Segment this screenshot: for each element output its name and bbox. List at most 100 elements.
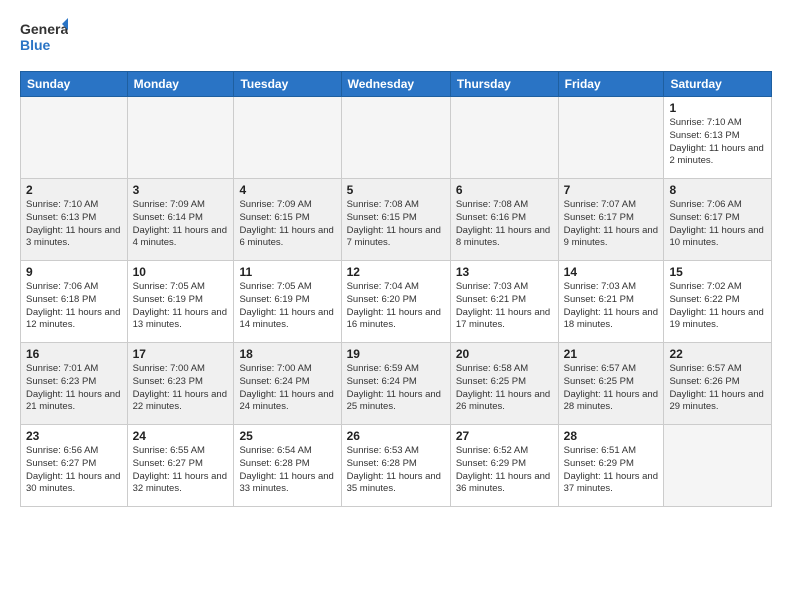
day-info: Sunrise: 7:03 AM Sunset: 6:21 PM Dayligh… [456,281,553,332]
day-cell: 24 Sunrise: 6:55 AM Sunset: 6:27 PM Dayli… [127,425,234,507]
day-info: Sunrise: 7:01 AM Sunset: 6:23 PM Dayligh… [26,363,122,414]
day-cell: 15 Sunrise: 7:02 AM Sunset: 6:22 PM Dayli… [664,261,772,343]
day-info: Sunrise: 7:00 AM Sunset: 6:24 PM Dayligh… [239,363,335,414]
day-info: Sunrise: 7:06 AM Sunset: 6:18 PM Dayligh… [26,281,122,332]
day-info: Sunrise: 6:53 AM Sunset: 6:28 PM Dayligh… [347,445,445,496]
day-info: Sunrise: 7:07 AM Sunset: 6:17 PM Dayligh… [564,199,659,250]
day-number: 13 [456,265,553,279]
day-number: 16 [26,347,122,361]
day-cell: 4 Sunrise: 7:09 AM Sunset: 6:15 PM Daylig… [234,179,341,261]
page: General Blue SundayMondayTuesdayWednesda… [0,0,792,612]
day-number: 27 [456,429,553,443]
day-cell: 20 Sunrise: 6:58 AM Sunset: 6:25 PM Dayli… [450,343,558,425]
day-cell: 8 Sunrise: 7:06 AM Sunset: 6:17 PM Daylig… [664,179,772,261]
day-info: Sunrise: 6:56 AM Sunset: 6:27 PM Dayligh… [26,445,122,496]
day-info: Sunrise: 7:08 AM Sunset: 6:16 PM Dayligh… [456,199,553,250]
day-number: 8 [669,183,766,197]
day-cell: 7Sunrise: 7:07 AM Sunset: 6:17 PM Daylig… [558,179,664,261]
day-cell: 5Sunrise: 7:08 AM Sunset: 6:15 PM Daylig… [341,179,450,261]
day-number: 11 [239,265,335,279]
day-cell: 27 Sunrise: 6:52 AM Sunset: 6:29 PM Dayli… [450,425,558,507]
weekday-monday: Monday [127,72,234,97]
day-cell: 26 Sunrise: 6:53 AM Sunset: 6:28 PM Dayli… [341,425,450,507]
day-info: Sunrise: 6:52 AM Sunset: 6:29 PM Dayligh… [456,445,553,496]
day-info: Sunrise: 6:58 AM Sunset: 6:25 PM Dayligh… [456,363,553,414]
day-number: 25 [239,429,335,443]
day-info: Sunrise: 6:57 AM Sunset: 6:25 PM Dayligh… [564,363,659,414]
day-number: 5 [347,183,445,197]
weekday-saturday: Saturday [664,72,772,97]
day-cell: 28 Sunrise: 6:51 AM Sunset: 6:29 PM Dayli… [558,425,664,507]
day-number: 23 [26,429,122,443]
day-number: 28 [564,429,659,443]
day-cell: 23 Sunrise: 6:56 AM Sunset: 6:27 PM Dayli… [21,425,128,507]
day-number: 3 [133,183,229,197]
day-info: Sunrise: 7:06 AM Sunset: 6:17 PM Dayligh… [669,199,766,250]
day-number: 26 [347,429,445,443]
day-cell: 17Sunrise: 7:00 AM Sunset: 6:23 PM Dayli… [127,343,234,425]
day-cell: 22 Sunrise: 6:57 AM Sunset: 6:26 PM Dayli… [664,343,772,425]
day-info: Sunrise: 6:57 AM Sunset: 6:26 PM Dayligh… [669,363,766,414]
day-info: Sunrise: 7:09 AM Sunset: 6:15 PM Dayligh… [239,199,335,250]
day-number: 24 [133,429,229,443]
day-cell: 10Sunrise: 7:05 AM Sunset: 6:19 PM Dayli… [127,261,234,343]
header: General Blue [20,16,772,61]
day-cell: 1 Sunrise: 7:10 AM Sunset: 6:13 PM Daylig… [664,97,772,179]
week-row-4: 23 Sunrise: 6:56 AM Sunset: 6:27 PM Dayli… [21,425,772,507]
day-cell: 25 Sunrise: 6:54 AM Sunset: 6:28 PM Dayli… [234,425,341,507]
day-cell [21,97,128,179]
day-cell [234,97,341,179]
day-cell [341,97,450,179]
weekday-header-row: SundayMondayTuesdayWednesdayThursdayFrid… [21,72,772,97]
weekday-wednesday: Wednesday [341,72,450,97]
day-info: Sunrise: 7:03 AM Sunset: 6:21 PM Dayligh… [564,281,659,332]
logo: General Blue [20,16,68,61]
day-cell: 9 Sunrise: 7:06 AM Sunset: 6:18 PM Daylig… [21,261,128,343]
day-cell: 12 Sunrise: 7:04 AM Sunset: 6:20 PM Dayli… [341,261,450,343]
day-info: Sunrise: 7:02 AM Sunset: 6:22 PM Dayligh… [669,281,766,332]
day-info: Sunrise: 7:05 AM Sunset: 6:19 PM Dayligh… [133,281,229,332]
day-number: 19 [347,347,445,361]
day-cell: 3Sunrise: 7:09 AM Sunset: 6:14 PM Daylig… [127,179,234,261]
day-info: Sunrise: 7:00 AM Sunset: 6:23 PM Dayligh… [133,363,229,414]
day-number: 20 [456,347,553,361]
day-cell [127,97,234,179]
day-number: 1 [669,101,766,115]
weekday-friday: Friday [558,72,664,97]
svg-text:General: General [20,21,68,37]
day-info: Sunrise: 7:10 AM Sunset: 6:13 PM Dayligh… [26,199,122,250]
day-number: 2 [26,183,122,197]
week-row-2: 9 Sunrise: 7:06 AM Sunset: 6:18 PM Daylig… [21,261,772,343]
day-cell: 6 Sunrise: 7:08 AM Sunset: 6:16 PM Daylig… [450,179,558,261]
day-info: Sunrise: 7:04 AM Sunset: 6:20 PM Dayligh… [347,281,445,332]
day-cell [664,425,772,507]
day-number: 14 [564,265,659,279]
day-cell: 13 Sunrise: 7:03 AM Sunset: 6:21 PM Dayli… [450,261,558,343]
day-info: Sunrise: 7:10 AM Sunset: 6:13 PM Dayligh… [669,117,766,168]
day-number: 21 [564,347,659,361]
svg-text:Blue: Blue [20,37,51,53]
day-cell: 16 Sunrise: 7:01 AM Sunset: 6:23 PM Dayli… [21,343,128,425]
day-cell [558,97,664,179]
day-info: Sunrise: 6:54 AM Sunset: 6:28 PM Dayligh… [239,445,335,496]
day-number: 15 [669,265,766,279]
day-cell: 21 Sunrise: 6:57 AM Sunset: 6:25 PM Dayli… [558,343,664,425]
day-info: Sunrise: 6:51 AM Sunset: 6:29 PM Dayligh… [564,445,659,496]
day-number: 18 [239,347,335,361]
day-number: 6 [456,183,553,197]
day-info: Sunrise: 6:55 AM Sunset: 6:27 PM Dayligh… [133,445,229,496]
day-cell: 19 Sunrise: 6:59 AM Sunset: 6:24 PM Dayli… [341,343,450,425]
day-info: Sunrise: 6:59 AM Sunset: 6:24 PM Dayligh… [347,363,445,414]
calendar-table: SundayMondayTuesdayWednesdayThursdayFrid… [20,71,772,507]
day-number: 22 [669,347,766,361]
week-row-0: 1 Sunrise: 7:10 AM Sunset: 6:13 PM Daylig… [21,97,772,179]
weekday-thursday: Thursday [450,72,558,97]
day-number: 9 [26,265,122,279]
week-row-3: 16 Sunrise: 7:01 AM Sunset: 6:23 PM Dayli… [21,343,772,425]
day-number: 4 [239,183,335,197]
day-info: Sunrise: 7:05 AM Sunset: 6:19 PM Dayligh… [239,281,335,332]
weekday-sunday: Sunday [21,72,128,97]
day-cell [450,97,558,179]
day-number: 12 [347,265,445,279]
logo-icon: General Blue [20,16,68,56]
